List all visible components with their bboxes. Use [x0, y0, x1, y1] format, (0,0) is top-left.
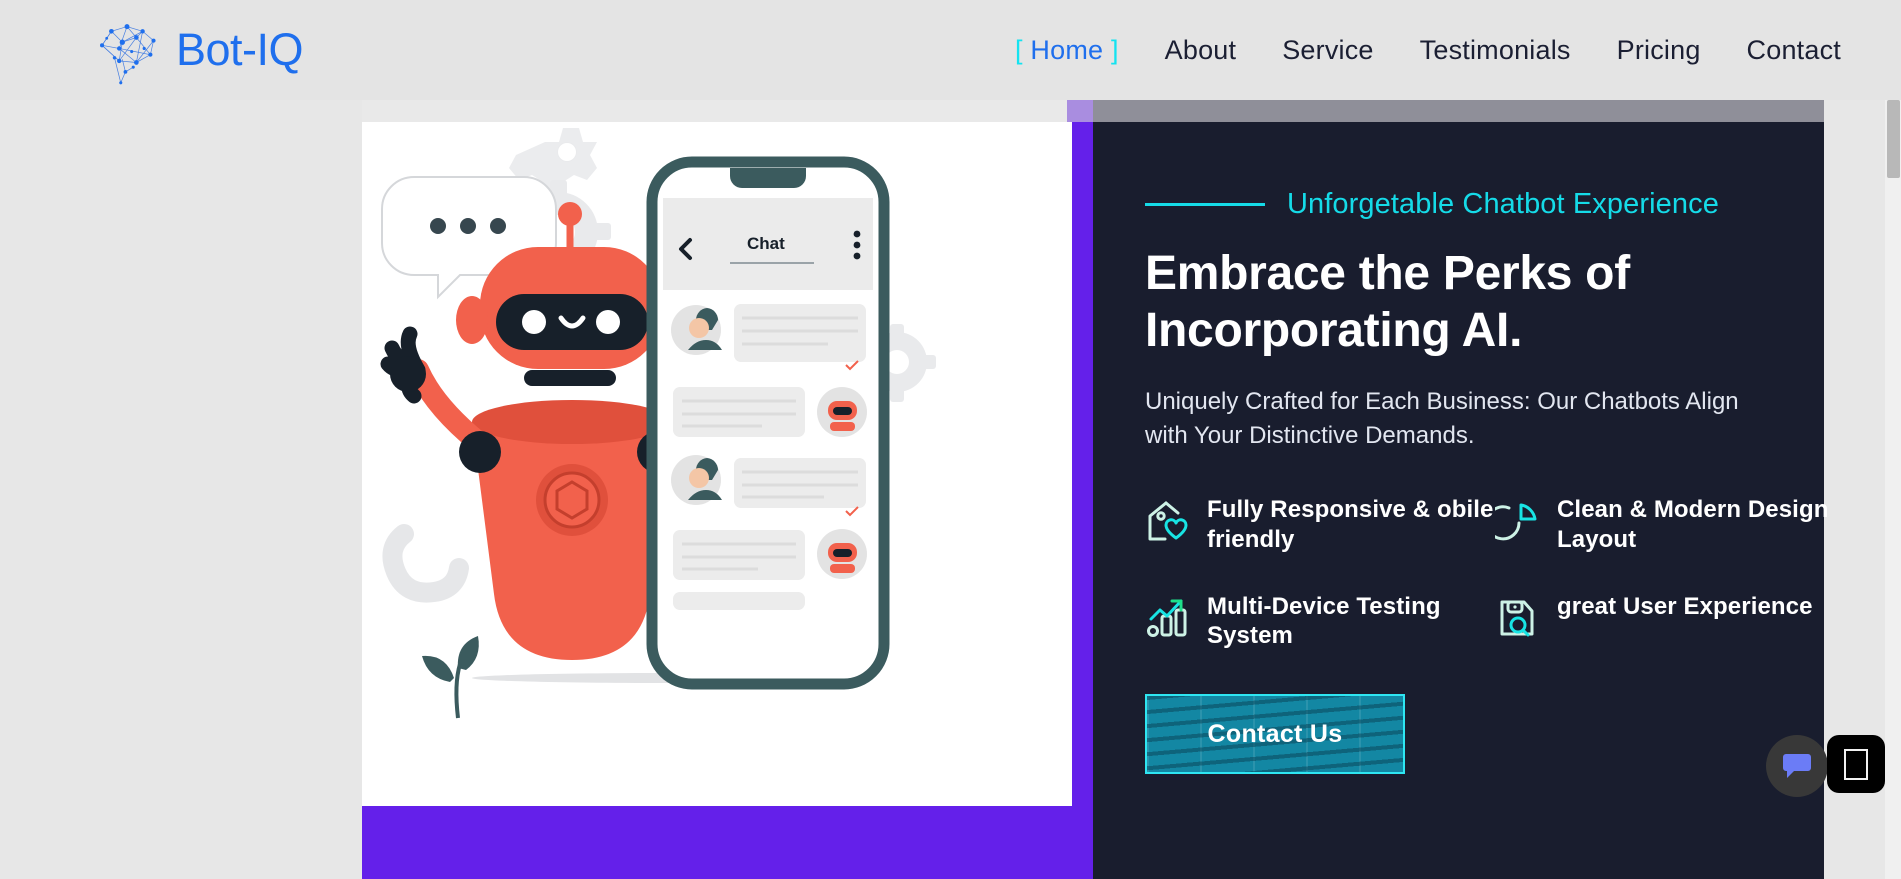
hero-purple-block — [362, 806, 1093, 879]
top-band-grey-segment — [1093, 100, 1824, 122]
nav-item-contact[interactable]: Contact — [1747, 35, 1841, 66]
feature-item-testing-label: Multi-Device Testing System — [1207, 592, 1441, 650]
feature-item-responsive-label: Fully Responsive & obile friendly — [1207, 496, 1494, 553]
feature-item-design: Clean & Modern Design Layout — [1495, 495, 1845, 554]
nav-item-service[interactable]: Service — [1282, 35, 1373, 66]
main-navigation: [ Home ] About Service Testimonials Pric… — [1015, 35, 1841, 66]
nav-item-testimonials[interactable]: Testimonials — [1420, 35, 1571, 66]
nav-item-home[interactable]: [ Home ] — [1015, 35, 1119, 66]
nav-item-pricing[interactable]: Pricing — [1617, 35, 1701, 66]
stop-square-icon — [1844, 748, 1868, 780]
bar-chart-growth-icon — [1147, 599, 1187, 637]
tag-heart-icon — [1148, 501, 1188, 541]
hero-purple-divider — [1072, 122, 1093, 806]
brand-logo-link[interactable]: Bot-IQ — [88, 14, 304, 86]
nav-item-home-label: Home — [1030, 34, 1104, 65]
hero-section: ? — [0, 100, 1901, 879]
hero-eyebrow-text: Unforgetable Chatbot Experience — [1287, 188, 1719, 220]
brand-name: Bot-IQ — [176, 24, 304, 75]
nav-bracket-left: [ — [1015, 34, 1023, 65]
feature-item-experience-label: great User Experience — [1557, 592, 1813, 620]
svg-text:Chat: Chat — [747, 234, 785, 253]
feature-item-testing: Multi-Device Testing System — [1145, 592, 1495, 651]
scrollbar-thumb[interactable] — [1887, 100, 1900, 178]
hero-feature-list: Fully Responsive & obile friendly Clean … — [1145, 495, 1828, 651]
nav-item-about[interactable]: About — [1165, 35, 1237, 66]
document-search-icon — [1500, 600, 1534, 637]
contact-us-button[interactable]: Contact Us — [1145, 694, 1405, 775]
feature-item-responsive: Fully Responsive & obile friendly — [1145, 495, 1495, 554]
top-band-purple-segment — [1067, 100, 1093, 122]
page-scrollbar[interactable] — [1885, 100, 1901, 879]
stop-recording-button[interactable] — [1827, 735, 1885, 793]
brain-network-icon — [100, 24, 156, 85]
contact-us-button-label: Contact Us — [1207, 719, 1343, 748]
hero-content-panel: Unforgetable Chatbot Experience Embrace … — [1093, 122, 1828, 879]
hero-subheadline: Uniquely Crafted for Each Business: Our … — [1145, 388, 1739, 450]
site-header: Bot-IQ [ Home ] About Service Testimonia… — [0, 0, 1901, 100]
pie-chart-icon — [1495, 503, 1537, 541]
chat-widget-button[interactable] — [1766, 735, 1828, 797]
feature-item-experience: great User Experience — [1495, 592, 1845, 651]
robot-mascot-icon: ? — [380, 128, 936, 719]
hero-illustration-card: ? — [362, 122, 1072, 806]
nav-bracket-right: ] — [1110, 34, 1119, 65]
chat-bubble-icon — [1783, 754, 1811, 778]
hero-headline: Embrace the Perks of Incorporating AI. — [1145, 247, 1630, 358]
feature-item-design-label: Clean & Modern Design Layout — [1557, 496, 1829, 553]
eyebrow-rule — [1145, 203, 1265, 206]
hero-eyebrow: Unforgetable Chatbot Experience — [1145, 188, 1772, 221]
